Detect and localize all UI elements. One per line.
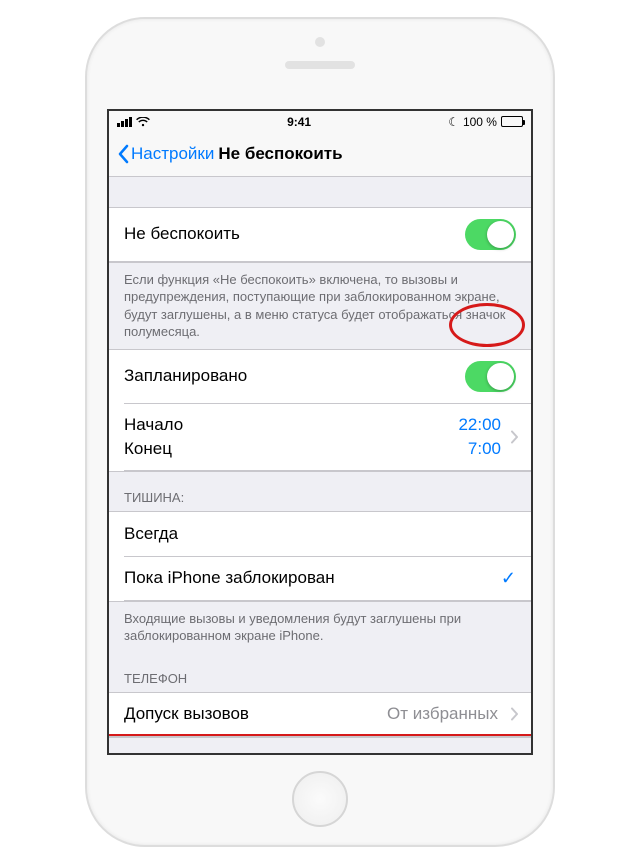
from-label: Начало bbox=[124, 415, 183, 435]
scheduled-time-row[interactable]: Начало 22:00 Конец 7:00 bbox=[124, 403, 531, 471]
nav-header: Настройки Не беспокоить bbox=[109, 133, 531, 177]
chevron-right-icon bbox=[511, 430, 519, 443]
signal-bars-icon bbox=[117, 117, 132, 127]
silence-always-row[interactable]: Всегда bbox=[109, 512, 531, 556]
battery-percent: 100 % bbox=[463, 115, 497, 129]
scheduled-label: Запланировано bbox=[124, 366, 247, 386]
back-button[interactable]: Настройки bbox=[117, 144, 214, 164]
from-value: 22:00 bbox=[458, 415, 501, 435]
dnd-label: Не беспокоить bbox=[124, 224, 240, 244]
allow-calls-value: От избранных bbox=[387, 704, 498, 724]
phone-header: ТЕЛЕФОН bbox=[109, 653, 531, 692]
dnd-footer: Если функция «Не беспокоить» включена, т… bbox=[109, 263, 531, 349]
checkmark-icon: ✓ bbox=[501, 568, 516, 589]
chevron-right-icon bbox=[511, 708, 519, 721]
status-time: 9:41 bbox=[287, 115, 311, 129]
dnd-toggle[interactable] bbox=[465, 219, 516, 250]
silence-always-label: Всегда bbox=[124, 524, 178, 544]
allow-calls-label: Допуск вызовов bbox=[124, 704, 249, 724]
back-label: Настройки bbox=[131, 144, 214, 164]
battery-icon bbox=[501, 116, 523, 127]
scheduled-toggle[interactable] bbox=[465, 361, 516, 392]
to-label: Конец bbox=[124, 439, 172, 459]
phone-camera-dot bbox=[315, 37, 325, 47]
allow-calls-row[interactable]: Допуск вызовов От избранных bbox=[109, 693, 531, 737]
to-value: 7:00 bbox=[468, 439, 501, 459]
dnd-moon-icon: ☾ bbox=[448, 115, 459, 129]
annotation-underline bbox=[109, 734, 531, 736]
iphone-frame: 9:41 ☾ 100 % Настройки Не беспокоить bbox=[85, 17, 555, 847]
screen: 9:41 ☾ 100 % Настройки Не беспокоить bbox=[107, 109, 533, 755]
silence-header: ТИШИНА: bbox=[109, 472, 531, 511]
silence-while-locked-label: Пока iPhone заблокирован bbox=[124, 568, 335, 588]
phone-speaker bbox=[285, 61, 355, 69]
scheduled-toggle-row[interactable]: Запланировано bbox=[109, 350, 531, 403]
home-button[interactable] bbox=[292, 771, 348, 827]
dnd-toggle-row[interactable]: Не беспокоить bbox=[109, 208, 531, 262]
silence-while-locked-row[interactable]: Пока iPhone заблокирован ✓ bbox=[124, 556, 531, 601]
wifi-icon bbox=[136, 117, 150, 127]
page-title: Не беспокоить bbox=[218, 144, 342, 164]
chevron-left-icon bbox=[117, 144, 129, 164]
silence-footer: Входящие вызовы и уведомления будут загл… bbox=[109, 602, 531, 653]
content-scroll[interactable]: Не беспокоить Если функция «Не беспокоит… bbox=[109, 177, 531, 753]
status-bar: 9:41 ☾ 100 % bbox=[109, 111, 531, 133]
